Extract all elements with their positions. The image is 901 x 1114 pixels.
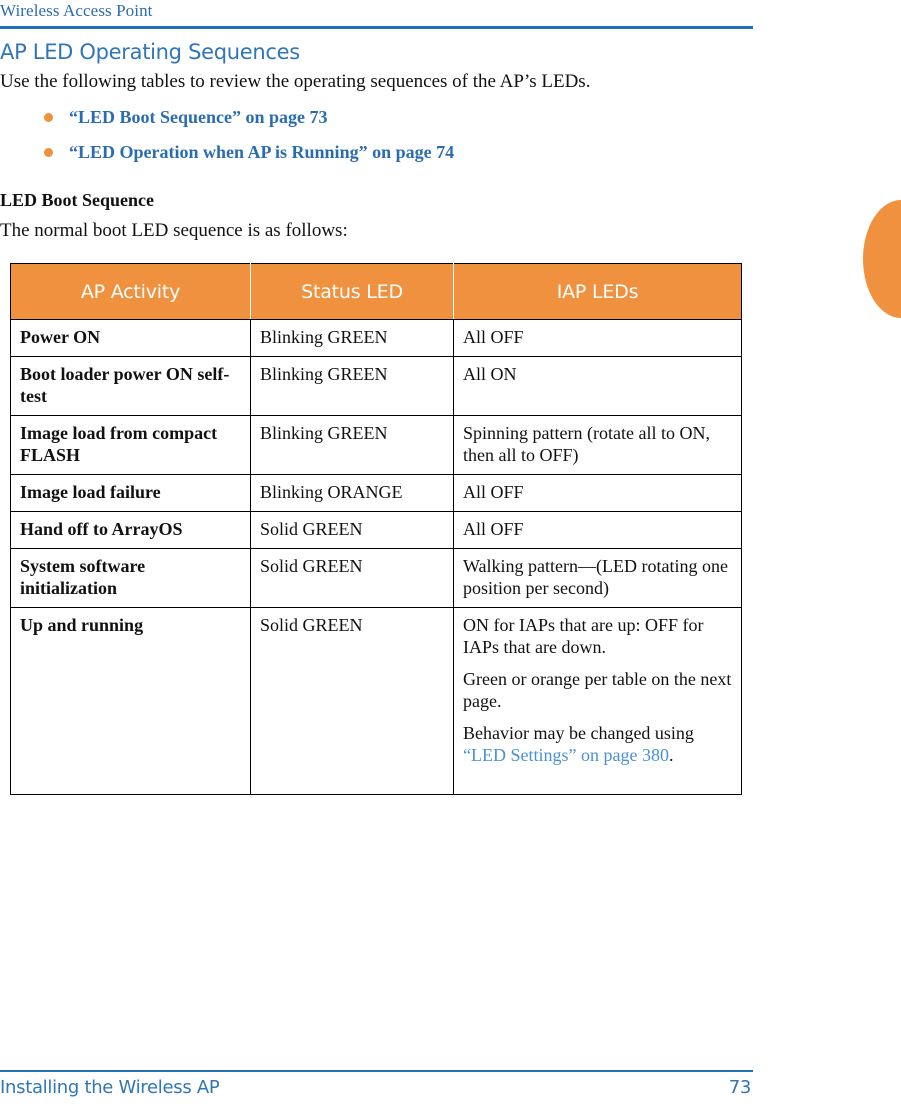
- header-divider-rule: [0, 26, 753, 29]
- cell-ap-activity: Up and running: [10, 607, 251, 795]
- footer-divider-rule: [0, 1070, 753, 1072]
- table-row: Power ON Blinking GREEN All OFF: [10, 319, 742, 357]
- cell-line: Walking pattern—(LED rotating one positi…: [463, 556, 728, 598]
- cell-iap-leds: All OFF: [453, 319, 742, 357]
- cell-iap-leds: Walking pattern—(LED rotating one positi…: [453, 548, 742, 608]
- cell-line: ON for IAPs that are up: OFF for IAPs th…: [463, 615, 704, 657]
- list-item[interactable]: “LED Operation when AP is Running” on pa…: [0, 141, 760, 163]
- led-settings-xref-link[interactable]: “LED Settings” on page 380: [463, 745, 669, 765]
- page-title: AP LED Operating Sequences: [0, 40, 300, 64]
- table-row: Up and running Solid GREEN ON for IAPs t…: [10, 607, 742, 795]
- cell-ap-activity: Boot loader power ON self-test: [10, 356, 251, 416]
- xref-link-label[interactable]: “LED Boot Sequence” on page 73: [69, 107, 328, 127]
- table-header-row: AP Activity Status LED IAP LEDs: [10, 263, 742, 320]
- table-row: System software initialization Solid GRE…: [10, 548, 742, 608]
- cell-status-led: Blinking GREEN: [250, 356, 454, 416]
- cell-ap-activity: Power ON: [10, 319, 251, 357]
- footer-page-number: 73: [728, 1077, 752, 1098]
- cell-line: All ON: [463, 364, 517, 384]
- cell-ap-activity: Hand off to ArrayOS: [10, 511, 251, 549]
- table-row: Image load from compact FLASH Blinking G…: [10, 415, 742, 475]
- intro-paragraph: Use the following tables to review the o…: [0, 71, 591, 92]
- cell-iap-leds: All OFF: [453, 511, 742, 549]
- document-page: Wireless Access Point AP LED Operating S…: [0, 0, 901, 1114]
- cell-line: All OFF: [463, 327, 524, 347]
- cell-ap-activity: Image load failure: [10, 474, 251, 512]
- footer-row: Installing the Wireless AP 73: [0, 1077, 753, 1098]
- bullet-dot-icon: [44, 148, 53, 157]
- column-header-iap-leds: IAP LEDs: [453, 263, 742, 320]
- led-boot-sequence-table-wrapper: AP Activity Status LED IAP LEDs Power ON…: [10, 263, 742, 795]
- cell-line: Green or orange per table on the next pa…: [463, 669, 732, 711]
- cross-reference-list: “LED Boot Sequence” on page 73 “LED Oper…: [0, 106, 760, 163]
- cell-iap-leds: ON for IAPs that are up: OFF for IAPs th…: [453, 607, 742, 795]
- running-header: Wireless Access Point: [0, 0, 753, 29]
- cell-line-prefix: Behavior may be changed using: [463, 723, 694, 743]
- lead-paragraph: The normal boot LED sequence is as follo…: [0, 220, 348, 241]
- subsection-title: LED Boot Sequence: [0, 190, 155, 210]
- cell-status-led: Solid GREEN: [250, 607, 454, 795]
- page-footer: Installing the Wireless AP 73: [0, 1070, 753, 1098]
- cell-status-led: Blinking GREEN: [250, 415, 454, 475]
- cell-status-led: Solid GREEN: [250, 511, 454, 549]
- cell-line: All OFF: [463, 519, 524, 539]
- running-header-title: Wireless Access Point: [0, 1, 153, 20]
- cell-line: All OFF: [463, 482, 524, 502]
- bullet-dot-icon: [44, 113, 53, 122]
- list-item[interactable]: “LED Boot Sequence” on page 73: [0, 106, 760, 128]
- cell-line-with-link: Behavior may be changed using “LED Setti…: [463, 722, 732, 766]
- cell-iap-leds: All OFF: [453, 474, 742, 512]
- cell-line-suffix: .: [668, 745, 674, 765]
- page-content: AP LED Operating Sequences Use the follo…: [0, 40, 760, 795]
- footer-chapter-label: Installing the Wireless AP: [0, 1077, 220, 1098]
- cell-ap-activity: Image load from compact FLASH: [10, 415, 251, 475]
- cell-status-led: Blinking ORANGE: [250, 474, 454, 512]
- xref-link-label[interactable]: “LED Operation when AP is Running” on pa…: [69, 142, 454, 162]
- cell-status-led: Solid GREEN: [250, 548, 454, 608]
- cell-status-led: Blinking GREEN: [250, 319, 454, 357]
- cell-iap-leds: All ON: [453, 356, 742, 416]
- led-boot-sequence-table: AP Activity Status LED IAP LEDs Power ON…: [10, 263, 742, 795]
- cell-iap-leds: Spinning pattern (rotate all to ON, then…: [453, 415, 742, 475]
- table-row: Image load failure Blinking ORANGE All O…: [10, 474, 742, 512]
- column-header-status-led: Status LED: [250, 263, 454, 320]
- cell-line: Spinning pattern (rotate all to ON, then…: [463, 423, 710, 465]
- cell-ap-activity: System software initialization: [10, 548, 251, 608]
- table-row: Hand off to ArrayOS Solid GREEN All OFF: [10, 511, 742, 549]
- page-edge-thumb-tab: [863, 200, 901, 318]
- column-header-ap-activity: AP Activity: [10, 263, 251, 320]
- table-row: Boot loader power ON self-test Blinking …: [10, 356, 742, 416]
